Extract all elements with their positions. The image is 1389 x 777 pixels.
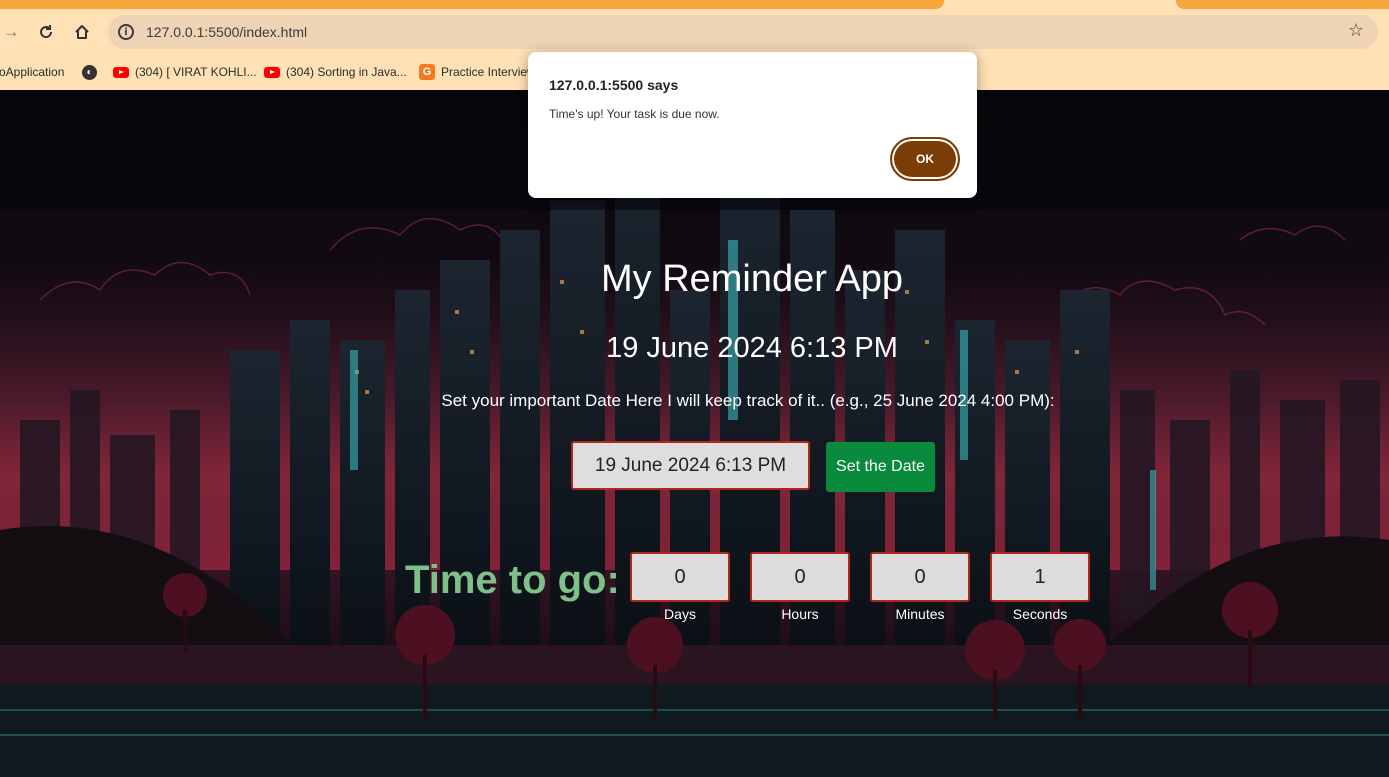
bookmark-label: (304) Sorting in Java... xyxy=(286,65,407,79)
bookmark-item[interactable]: oApplication xyxy=(0,62,64,82)
bookmark-label: oApplication xyxy=(0,65,65,79)
date-input[interactable] xyxy=(571,441,810,490)
browser-toolbar: → i 127.0.0.1:5500/index.html ☆ xyxy=(0,10,1389,54)
active-tab[interactable] xyxy=(0,0,944,9)
forward-icon[interactable]: → xyxy=(0,18,24,46)
browser-tab[interactable] xyxy=(1176,0,1389,9)
bookmark-label: Practice Interview xyxy=(441,65,536,79)
dialog-title: 127.0.0.1:5500 says xyxy=(549,77,679,93)
minutes-value: 0 xyxy=(870,552,970,602)
bookmark-item[interactable]: (304) Sorting in Java... xyxy=(264,62,407,82)
globe-icon: ◐ xyxy=(82,64,97,80)
time-to-go-label: Time to go: xyxy=(405,558,620,602)
current-date: 19 June 2024 6:13 PM xyxy=(606,332,898,364)
alert-dialog: 127.0.0.1:5500 says Time's up! Your task… xyxy=(528,52,977,198)
days-value: 0 xyxy=(630,552,730,602)
reload-icon[interactable] xyxy=(33,18,59,46)
youtube-icon xyxy=(113,66,129,78)
site-info-icon[interactable]: i xyxy=(118,24,134,40)
seconds-label: Seconds xyxy=(1012,606,1068,622)
ok-button[interactable]: OK xyxy=(890,137,960,181)
days-label: Days xyxy=(664,606,696,622)
bookmark-item[interactable]: (304) [ VIRAT KOHLI... xyxy=(113,62,257,82)
gfg-icon: G xyxy=(419,64,435,80)
url-text[interactable]: 127.0.0.1:5500/index.html xyxy=(146,24,307,40)
bookmark-star-icon[interactable]: ☆ xyxy=(1348,20,1364,41)
bookmark-item[interactable]: G Practice Interview xyxy=(419,62,536,82)
app-title: My Reminder App xyxy=(600,258,903,300)
bookmark-item[interactable]: ◐ xyxy=(82,62,97,82)
address-bar[interactable]: i 127.0.0.1:5500/index.html ☆ xyxy=(108,15,1378,49)
tab-strip xyxy=(0,0,1389,10)
dialog-message: Time's up! Your task is due now. xyxy=(549,107,720,121)
hours-label: Hours xyxy=(781,606,819,622)
instructions-text: Set your important Date Here I will keep… xyxy=(441,391,1055,410)
home-icon[interactable] xyxy=(69,18,95,46)
youtube-icon xyxy=(264,66,280,78)
minutes-label: Minutes xyxy=(895,606,945,622)
seconds-value: 1 xyxy=(990,552,1090,602)
set-date-button[interactable]: Set the Date xyxy=(826,442,935,492)
hours-value: 0 xyxy=(750,552,850,602)
bookmark-label: (304) [ VIRAT KOHLI... xyxy=(135,65,257,79)
